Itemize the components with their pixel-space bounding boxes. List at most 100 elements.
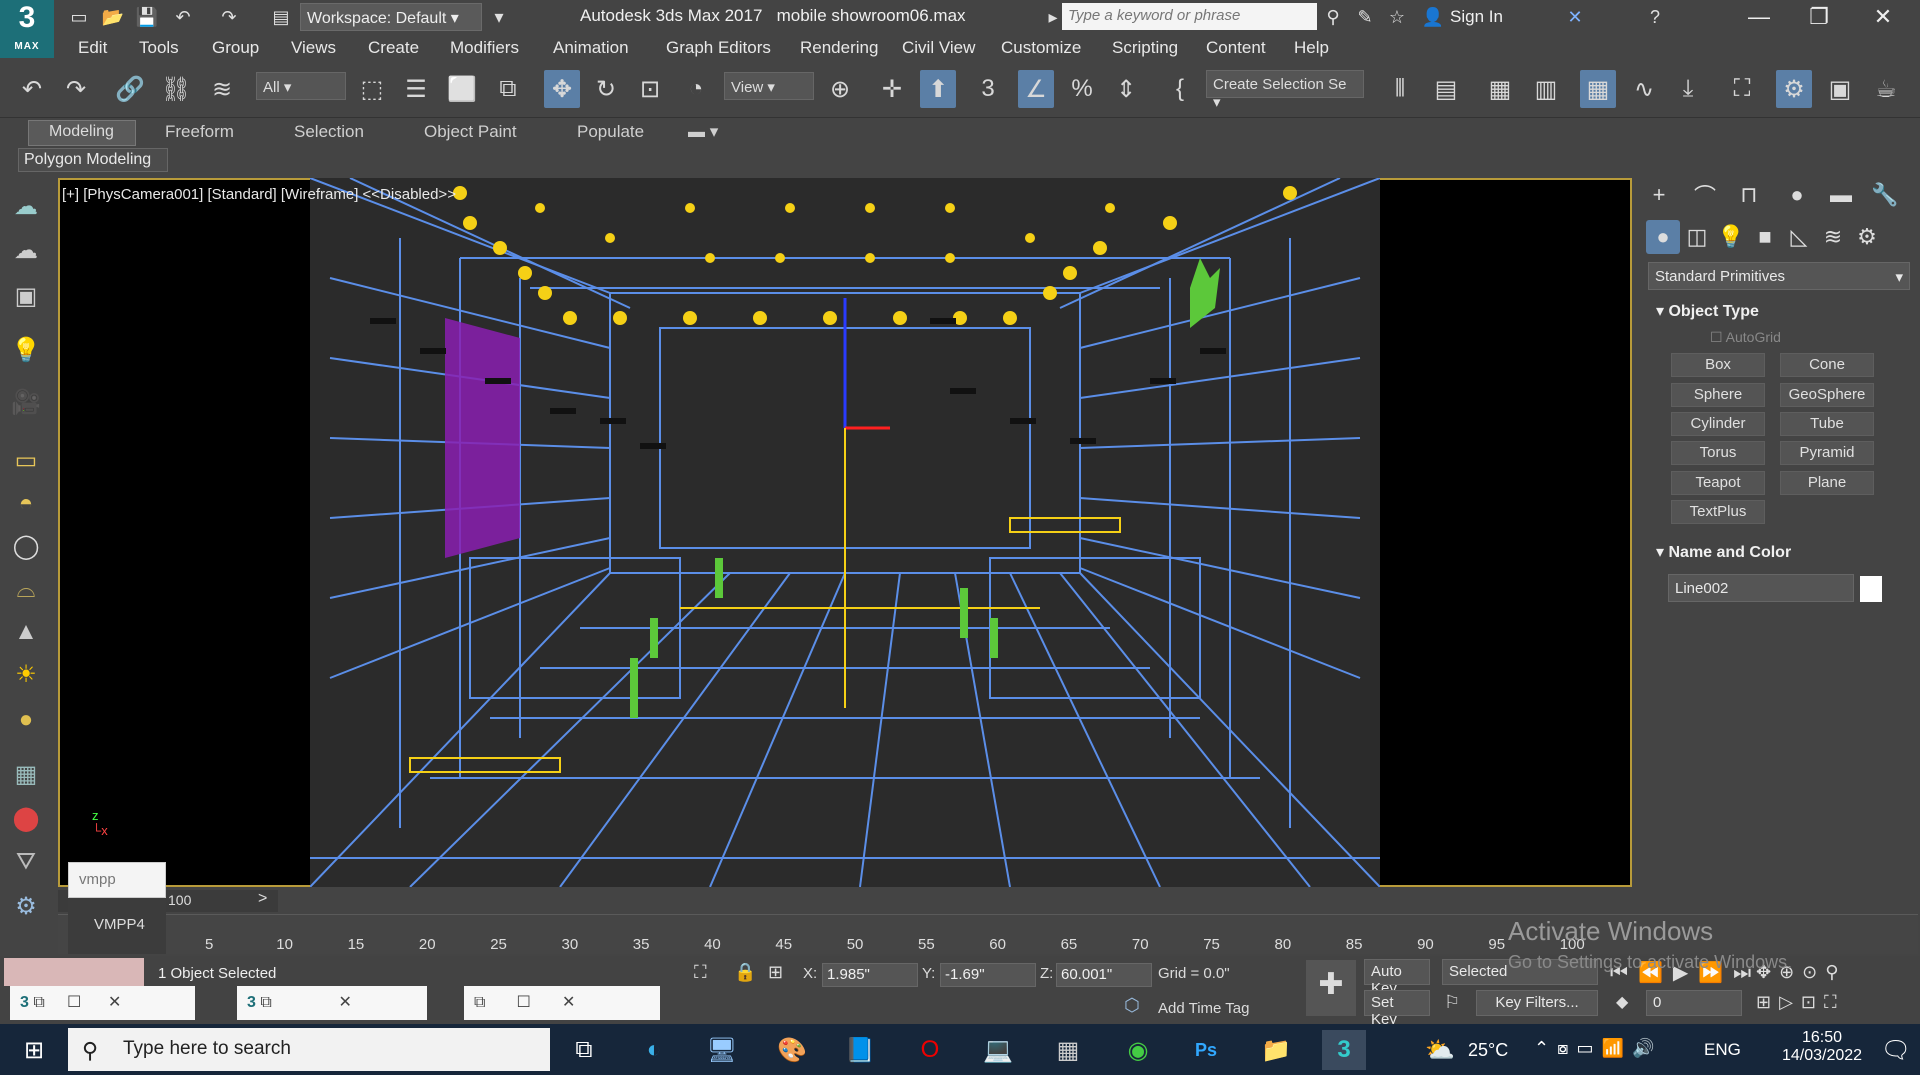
- workspace-menu-icon[interactable]: ▾: [486, 4, 512, 30]
- z-coordinate-field[interactable]: 60.001": [1056, 963, 1152, 987]
- taskbar-clock[interactable]: 16:50 14/03/2022: [1780, 1029, 1864, 1065]
- align-icon[interactable]: ▤: [1428, 70, 1464, 108]
- set-key-button[interactable]: Set Key: [1364, 990, 1430, 1028]
- cloud-icon[interactable]: ☁: [8, 188, 44, 224]
- calculator-icon[interactable]: ▦: [1046, 1030, 1090, 1070]
- close-button[interactable]: ✕: [1854, 0, 1912, 34]
- minimized-max-window-2[interactable]: 3 ⧉ ✕: [237, 986, 427, 1020]
- display-tab-icon[interactable]: ▬: [1824, 178, 1858, 212]
- rect-selection-icon[interactable]: ⬜: [444, 70, 480, 108]
- shapes-icon[interactable]: ◫: [1680, 220, 1714, 254]
- cone-button[interactable]: Cone: [1780, 353, 1874, 377]
- object-type-rollout[interactable]: ▾ Object Type: [1656, 301, 1759, 321]
- add-time-tag[interactable]: Add Time Tag: [1158, 1000, 1249, 1017]
- key-filter-icon[interactable]: ⚐: [1444, 992, 1460, 1013]
- notes-app-icon[interactable]: 📘: [838, 1030, 882, 1070]
- object-color-swatch[interactable]: [1860, 576, 1882, 602]
- system-tray-icons[interactable]: ⌃⧇▭📶🔊: [1534, 1038, 1662, 1059]
- help-icon[interactable]: ?: [1642, 4, 1668, 30]
- menu-edit[interactable]: Edit: [78, 38, 107, 58]
- menu-customize[interactable]: Customize: [1001, 38, 1081, 58]
- rendered-frame-icon[interactable]: ▣: [1822, 70, 1858, 108]
- laptop-app-icon[interactable]: 💻: [976, 1030, 1020, 1070]
- select-by-name-icon[interactable]: ☰: [398, 70, 434, 108]
- cylinder-button[interactable]: Cylinder: [1671, 412, 1765, 436]
- vmpp-list-item[interactable]: VMPP4: [68, 900, 166, 954]
- schematic-view-icon[interactable]: ⤓: [1670, 70, 1706, 108]
- cameras-icon[interactable]: ■: [1748, 220, 1782, 254]
- taskbar-search-input[interactable]: Type here to search: [68, 1028, 550, 1071]
- viewport-scene[interactable]: [310, 178, 1380, 887]
- time-tag-icon[interactable]: ⬡: [1124, 995, 1140, 1016]
- plane-icon[interactable]: ▭: [8, 442, 44, 478]
- menu-modifiers[interactable]: Modifiers: [450, 38, 519, 58]
- edit-named-selection-icon[interactable]: {: [1162, 70, 1198, 108]
- edge-browser-icon[interactable]: ◐: [632, 1030, 676, 1070]
- keyboard-shortcut-icon[interactable]: ⬆: [920, 70, 956, 108]
- reference-coordinate-dropdown[interactable]: View ▾: [724, 72, 814, 100]
- key-mode-icon[interactable]: ◆: [1616, 992, 1628, 1012]
- angle-snap-icon[interactable]: ∠: [1018, 70, 1054, 108]
- task-view-icon[interactable]: ⧉: [562, 1030, 606, 1070]
- cloud-outline-icon[interactable]: ☁: [8, 232, 44, 268]
- teapot-button[interactable]: Teapot: [1671, 471, 1765, 495]
- paint-app-icon[interactable]: 🎨: [770, 1030, 814, 1070]
- rotate-icon[interactable]: ↻: [588, 70, 624, 108]
- language-indicator[interactable]: ENG: [1704, 1040, 1741, 1060]
- workspace-dropdown[interactable]: Workspace: Default ▾: [300, 3, 482, 31]
- open-file-icon[interactable]: 📂: [100, 4, 126, 30]
- chrome-icon[interactable]: ◉: [1116, 1030, 1160, 1070]
- x-coordinate-field[interactable]: 1.985": [822, 963, 918, 987]
- monitor-app-icon[interactable]: 🖥: [700, 1030, 744, 1070]
- hierarchy-tab-icon[interactable]: ⊓: [1732, 178, 1766, 212]
- layer-explorer-icon[interactable]: ▦: [1482, 70, 1518, 108]
- set-key-big-icon[interactable]: ✚: [1306, 960, 1356, 1016]
- sphere-button[interactable]: Sphere: [1671, 383, 1765, 407]
- material-editor-icon[interactable]: ⛶: [1724, 70, 1760, 108]
- key-filters-button[interactable]: Key Filters...: [1476, 990, 1598, 1016]
- image-icon[interactable]: ▣: [8, 278, 44, 314]
- file-explorer-icon[interactable]: 📁: [1254, 1030, 1298, 1070]
- vmpp-input[interactable]: vmpp: [68, 862, 166, 898]
- undo-icon[interactable]: ↶: [14, 70, 50, 108]
- bowl-icon[interactable]: ⌓: [8, 572, 44, 608]
- menu-rendering[interactable]: Rendering: [800, 38, 878, 58]
- search-input[interactable]: Type a keyword or phrase: [1062, 3, 1317, 30]
- manipulate-icon[interactable]: ✛: [874, 70, 910, 108]
- torus-button[interactable]: Torus: [1671, 441, 1765, 465]
- minimized-window-3[interactable]: ⧉ ☐ ✕: [464, 986, 660, 1020]
- scale-icon[interactable]: ⊡: [632, 70, 668, 108]
- cone-icon[interactable]: ▲: [8, 614, 44, 650]
- motion-tab-icon[interactable]: ●: [1780, 178, 1814, 212]
- ribbon-options-icon[interactable]: ▬ ▾: [688, 122, 718, 142]
- sign-in-link[interactable]: Sign In: [1450, 7, 1503, 27]
- current-frame-field[interactable]: 0: [1646, 990, 1742, 1016]
- temperature-readout[interactable]: 25°C: [1468, 1040, 1508, 1061]
- exchange-icon[interactable]: ✕: [1562, 4, 1588, 30]
- 3dsmax-taskbar-icon[interactable]: 3: [1322, 1030, 1366, 1070]
- unlink-icon[interactable]: ⛓: [158, 70, 194, 108]
- helpers-icon[interactable]: ◺: [1782, 220, 1816, 254]
- save-icon[interactable]: 💾: [134, 4, 160, 30]
- lock-icon[interactable]: 🔒: [734, 962, 756, 983]
- tab-freeform[interactable]: Freeform: [165, 122, 234, 142]
- plane-button[interactable]: Plane: [1780, 471, 1874, 495]
- ribbon-toggle-icon[interactable]: ▦: [1580, 70, 1616, 108]
- lights-icon[interactable]: 💡: [1714, 220, 1748, 254]
- opera-icon[interactable]: O: [908, 1030, 952, 1070]
- utilities-tab-icon[interactable]: 🔧: [1868, 178, 1902, 212]
- tab-modeling[interactable]: Modeling: [28, 120, 136, 146]
- communication-icon[interactable]: ✎: [1352, 4, 1378, 30]
- render-setup-icon[interactable]: ⚙: [1776, 70, 1812, 108]
- tab-selection[interactable]: Selection: [294, 122, 364, 142]
- minimized-max-window-1[interactable]: 3 ⧉ ☐ ✕: [10, 986, 195, 1020]
- viewport-label[interactable]: [+] [PhysCamera001] [Standard] [Wirefram…: [62, 186, 456, 203]
- primitive-category-dropdown[interactable]: Standard Primitives ▾: [1648, 262, 1910, 290]
- snaps-toggle-icon[interactable]: 3: [970, 70, 1006, 108]
- menu-animation[interactable]: Animation: [553, 38, 629, 58]
- bind-space-warp-icon[interactable]: ≋: [204, 70, 240, 108]
- menu-scripting[interactable]: Scripting: [1112, 38, 1178, 58]
- grid-icon[interactable]: ▦: [8, 756, 44, 792]
- percent-snap-icon[interactable]: %: [1064, 70, 1100, 108]
- windows-start-icon[interactable]: ⊞: [12, 1030, 56, 1070]
